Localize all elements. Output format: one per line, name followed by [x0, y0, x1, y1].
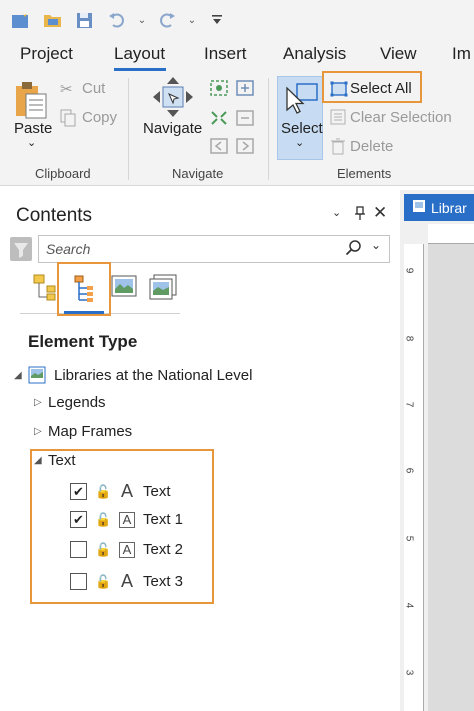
quick-access-toolbar: ⌄ ⌄: [0, 0, 474, 40]
clear-selection-button[interactable]: Clear Selection: [350, 109, 452, 126]
filter-icon[interactable]: [10, 237, 32, 261]
tab-analysis[interactable]: Analysis: [283, 44, 346, 64]
ruler-tick-label: 5: [403, 535, 415, 542]
layout-page[interactable]: [428, 244, 474, 711]
zoom-to-selected-icon[interactable]: [234, 78, 256, 103]
tree-root-row[interactable]: ◢ Libraries at the National Level: [14, 365, 252, 385]
navigate-group-label: Navigate: [172, 166, 224, 181]
search-box[interactable]: ⌄: [38, 235, 390, 263]
delete-icon: [330, 138, 346, 160]
delete-button[interactable]: Delete: [350, 138, 393, 155]
list-by-layout-pages-icon[interactable]: [148, 274, 178, 307]
navigate-button[interactable]: Navigate: [143, 120, 202, 137]
go-back-icon[interactable]: [208, 136, 230, 161]
clipboard-group-label: Clipboard: [35, 166, 91, 181]
undo-icon[interactable]: [104, 7, 130, 33]
search-icon[interactable]: [345, 239, 363, 262]
element-type-view-highlight-box: [57, 262, 111, 316]
contents-pane-title: Contents: [16, 205, 93, 226]
ribbon-tab-bar: Project Layout Insert Analysis View Im: [0, 40, 474, 72]
layout-tab-icon: [412, 199, 426, 216]
paste-icon[interactable]: [14, 80, 50, 125]
tab-view[interactable]: View: [380, 44, 417, 64]
ruler-tick-label: 8: [403, 335, 415, 342]
undo-dropdown-chevron-icon[interactable]: ⌄: [136, 7, 148, 33]
close-pane-icon[interactable]: ✕: [373, 203, 387, 223]
search-options-chevron-icon[interactable]: ⌄: [371, 238, 381, 252]
search-input[interactable]: [39, 236, 329, 262]
ruler-tick-label: 3: [403, 669, 415, 676]
tree-root-label: Libraries at the National Level: [54, 366, 253, 384]
select-dropdown-chevron-icon[interactable]: ⌄: [295, 136, 304, 149]
tree-map-frames-row[interactable]: ▷ Map Frames: [34, 423, 132, 440]
pane-options-chevron-icon[interactable]: ⌄: [332, 206, 341, 219]
go-forward-icon[interactable]: [234, 136, 256, 161]
collapsed-triangle-icon[interactable]: ▷: [34, 397, 48, 408]
vertical-ruler[interactable]: [404, 244, 424, 711]
navigate-icon[interactable]: [152, 76, 194, 123]
ruler-tick-label: 4: [403, 602, 415, 609]
ruler-tick-label: 9: [403, 267, 415, 274]
text-group-highlight-box: [30, 449, 214, 604]
clear-selection-icon: [330, 109, 346, 130]
copy-icon: [60, 109, 76, 132]
auto-hide-pin-icon[interactable]: [354, 206, 366, 223]
tab-imagery-partial[interactable]: Im: [452, 44, 471, 64]
tree-legends-row[interactable]: ▷ Legends: [34, 394, 106, 411]
paste-dropdown-chevron-icon[interactable]: ⌄: [27, 136, 36, 149]
select-arrow-icon[interactable]: [283, 80, 319, 121]
customize-toolbar-icon[interactable]: [204, 7, 230, 33]
ruler-tick-label: 6: [403, 467, 415, 474]
cut-icon: ✂: [60, 81, 73, 98]
zoom-to-page-icon[interactable]: [208, 78, 230, 103]
ribbon-separator: [268, 78, 269, 180]
active-tab-indicator: [114, 68, 166, 71]
tab-insert[interactable]: Insert: [204, 44, 247, 64]
ribbon-separator: [128, 78, 129, 180]
redo-dropdown-chevron-icon[interactable]: ⌄: [186, 7, 198, 33]
tab-layout[interactable]: Layout: [114, 44, 165, 64]
expand-triangle-icon[interactable]: ◢: [14, 370, 28, 381]
copy-button[interactable]: Copy: [82, 109, 117, 126]
select-button[interactable]: Select: [281, 120, 323, 137]
legends-label: Legends: [48, 394, 106, 411]
layout-view-tab[interactable]: Librar: [404, 194, 474, 221]
new-project-icon[interactable]: [8, 7, 34, 33]
redo-icon[interactable]: [154, 7, 180, 33]
map-frames-label: Map Frames: [48, 423, 133, 440]
list-by-drawing-order-icon[interactable]: [32, 272, 58, 307]
list-by-map-frame-icon[interactable]: [110, 274, 140, 307]
fixed-zoom-in-icon[interactable]: [208, 108, 230, 133]
tab-project[interactable]: Project: [20, 44, 73, 64]
select-all-highlight-box: [322, 71, 422, 103]
fixed-zoom-out-icon[interactable]: [234, 108, 256, 133]
save-project-icon[interactable]: [72, 7, 98, 33]
element-type-heading: Element Type: [28, 332, 138, 351]
collapsed-triangle-icon[interactable]: ▷: [34, 426, 48, 437]
ruler-tick-label: 7: [403, 401, 415, 408]
open-project-icon[interactable]: [40, 7, 66, 33]
elements-group-label: Elements: [337, 166, 392, 181]
layout-tab-label: Librar: [431, 199, 467, 216]
horizontal-ruler: [428, 224, 474, 244]
cut-button[interactable]: Cut: [82, 80, 105, 97]
paste-button[interactable]: Paste: [14, 120, 52, 137]
layout-icon: [28, 365, 48, 385]
